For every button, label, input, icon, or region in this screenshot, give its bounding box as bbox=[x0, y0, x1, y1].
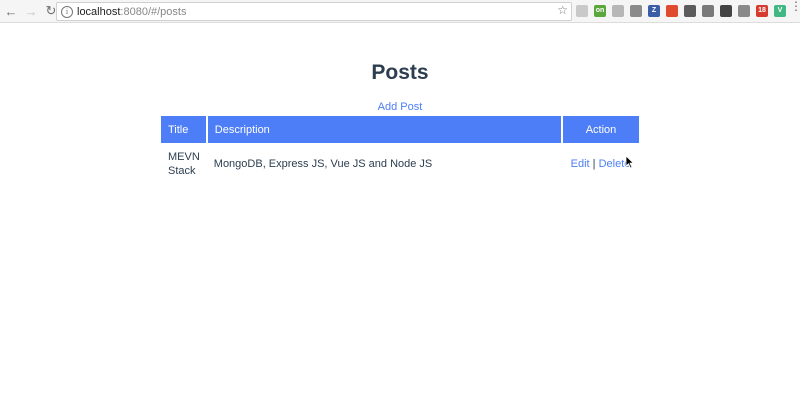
header-action: Action bbox=[562, 116, 639, 143]
browser-menu-icon[interactable]: ⋮ bbox=[790, 0, 800, 12]
posts-table: Title Description Action MEVN Stack Mong… bbox=[161, 116, 639, 185]
table-header-row: Title Description Action bbox=[161, 116, 639, 143]
extensions-bar: on Z 18 V bbox=[576, 4, 792, 18]
ext-z-icon[interactable]: Z bbox=[648, 5, 660, 17]
ext-badge-icon[interactable]: 18 bbox=[756, 5, 768, 17]
ext-eye-icon[interactable] bbox=[720, 5, 732, 17]
url-path: :8080/#/posts bbox=[120, 5, 187, 18]
add-post-link-wrapper: Add Post bbox=[0, 101, 800, 113]
ext-cloud-icon[interactable] bbox=[576, 5, 588, 17]
bookmark-star-icon[interactable]: ☆ bbox=[557, 3, 568, 17]
ext-green-icon[interactable]: on bbox=[594, 5, 606, 17]
ext-grid-icon[interactable] bbox=[630, 5, 642, 17]
post-title: MEVN Stack bbox=[168, 151, 200, 177]
mouse-pointer-icon bbox=[625, 155, 635, 169]
ext-pen-icon[interactable] bbox=[684, 5, 696, 17]
info-icon[interactable]: i bbox=[61, 5, 73, 18]
address-bar[interactable]: i localhost :8080/#/posts ☆ bbox=[56, 2, 572, 21]
ext-page-icon[interactable] bbox=[612, 5, 624, 17]
header-title: Title bbox=[161, 116, 208, 143]
browser-toolbar: ← → ↻ i localhost :8080/#/posts ☆ on Z 18 V… bbox=[0, 0, 800, 23]
header-description: Description bbox=[206, 116, 564, 143]
ext-vue-icon[interactable]: V bbox=[774, 5, 786, 17]
page-title: Posts bbox=[371, 61, 429, 84]
back-icon[interactable]: ← bbox=[2, 2, 20, 20]
forward-icon[interactable]: → bbox=[22, 2, 40, 20]
action-separator: | bbox=[592, 158, 596, 170]
page-content: Posts Add Post Title Description Action … bbox=[0, 23, 800, 407]
add-post-link[interactable]: Add Post bbox=[378, 101, 423, 113]
table-row: MEVN Stack MongoDB, Express JS, Vue JS a… bbox=[161, 143, 639, 185]
ext-bug-icon[interactable] bbox=[738, 5, 750, 17]
url-host: localhost bbox=[77, 5, 121, 18]
edit-post-link[interactable]: Edit bbox=[571, 158, 590, 170]
ext-red-icon[interactable] bbox=[666, 5, 678, 17]
ext-pin-icon[interactable] bbox=[702, 5, 714, 17]
post-description: MongoDB, Express JS, Vue JS and Node JS bbox=[213, 158, 433, 170]
